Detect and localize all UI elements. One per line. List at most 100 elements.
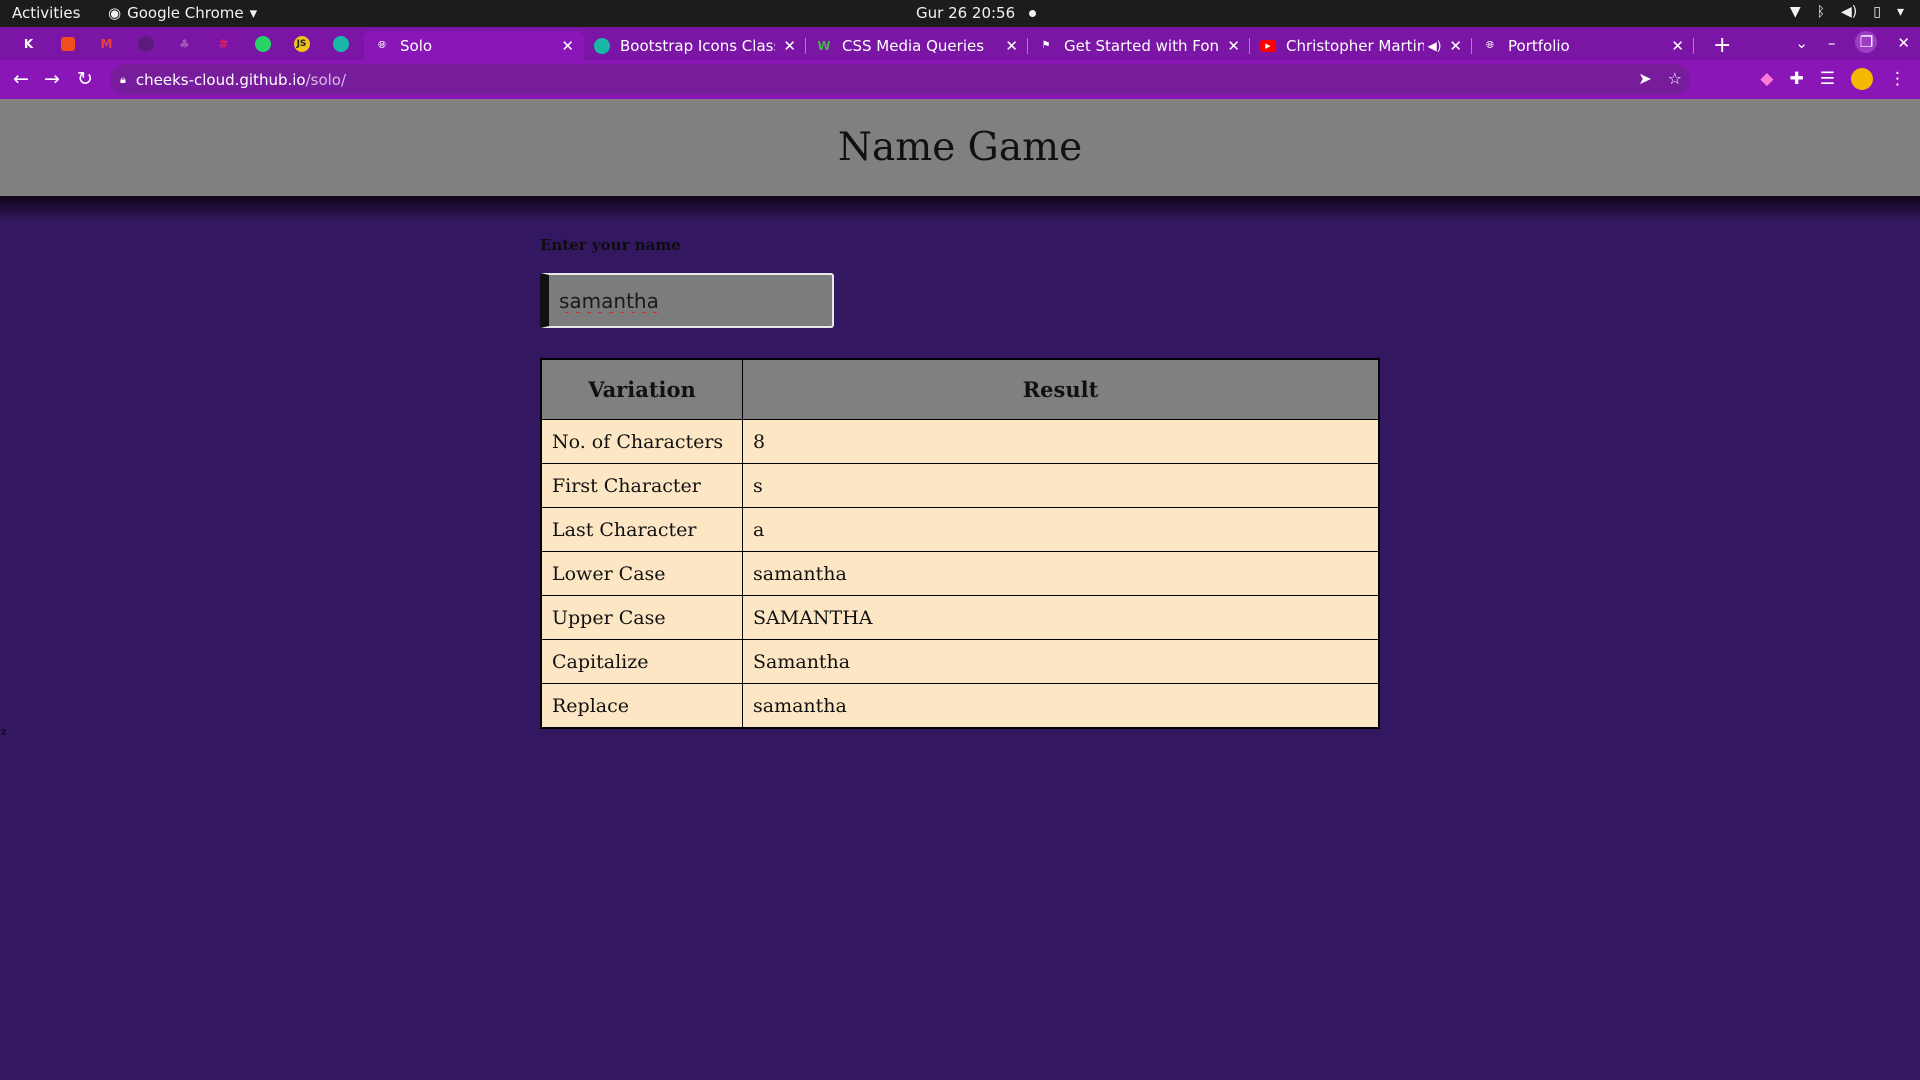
window-controls: ⌄ – ❐ ✕ xyxy=(1795,31,1910,53)
tab-bootstrap-icons[interactable]: Bootstrap Icons Class L ✕ xyxy=(584,31,806,60)
table-row: Replace samantha xyxy=(540,683,1380,729)
close-icon[interactable]: ✕ xyxy=(1227,37,1240,55)
tab-youtube[interactable]: ▶ Christopher Martin ◀) ✕ xyxy=(1250,31,1472,60)
lock-icon[interactable]: 🔒︎ xyxy=(120,73,126,87)
whatsapp-icon xyxy=(254,36,271,52)
name-input[interactable] xyxy=(540,273,834,328)
variation-cell: Replace xyxy=(540,683,743,729)
variation-cell: No. of Characters xyxy=(540,419,743,464)
speaker-mute-icon[interactable]: ◀) xyxy=(1428,39,1442,53)
back-arrow-icon[interactable]: ← xyxy=(13,68,29,90)
pinned-tab-k[interactable]: K xyxy=(14,34,43,54)
bootstrap-icon xyxy=(594,37,610,54)
globe-icon: 🌐︎ xyxy=(1486,40,1494,51)
url-path: /solo/ xyxy=(305,70,347,89)
browser-toolbar: ← → ↻ 🔒︎ cheeks-cloud.github.io/solo/ ➤ … xyxy=(0,60,1920,99)
tab-title: Solo xyxy=(400,36,433,55)
url-host: cheeks-cloud.github.io xyxy=(135,70,306,89)
pinned-tab-tree[interactable]: ♣ xyxy=(170,34,199,54)
variation-cell: First Character xyxy=(540,463,743,508)
table-row: No. of Characters 8 xyxy=(540,419,1380,464)
tag-extension-icon[interactable]: ◆ xyxy=(1760,69,1773,89)
new-tab-button[interactable]: + xyxy=(1713,33,1731,58)
tab-strip: K M ♣ # JS 🌐︎ Solo ✕ Bootstrap Icons Cla… xyxy=(0,27,1920,60)
table-row: Last Character a xyxy=(540,507,1380,552)
tab-title: Christopher Martin xyxy=(1286,36,1424,55)
bookmark-star-icon[interactable]: ☆ xyxy=(1668,69,1682,88)
minimize-icon[interactable]: – xyxy=(1828,34,1836,53)
pinned-tab-slack[interactable]: # xyxy=(209,34,238,54)
page-header: Name Game xyxy=(0,99,1920,196)
tab-title: Portfolio xyxy=(1508,36,1570,55)
w-icon: W xyxy=(817,38,831,53)
pinned-tabs: K M ♣ # JS xyxy=(14,34,355,54)
system-tray[interactable]: ▼ ᛒ ◀) ▯ ▾ xyxy=(1790,4,1904,20)
tab-solo[interactable]: 🌐︎ Solo ✕ xyxy=(364,31,584,60)
reading-list-icon[interactable]: ☰ xyxy=(1820,69,1835,89)
table-row: First Character s xyxy=(540,463,1380,508)
pinned-tab-figma[interactable] xyxy=(53,34,82,54)
activities-button[interactable]: Activities xyxy=(12,4,80,22)
restore-icon[interactable]: ❐ xyxy=(1855,31,1878,53)
table-row: Capitalize Samantha xyxy=(540,639,1380,684)
chrome-icon: ◉ xyxy=(108,4,122,22)
clock-label: Gur 26 20:56 xyxy=(916,4,1016,22)
slack-icon: # xyxy=(218,37,229,51)
variation-cell: Last Character xyxy=(540,507,743,552)
close-window-icon[interactable]: ✕ xyxy=(1897,34,1910,53)
forward-arrow-icon[interactable]: → xyxy=(44,68,60,90)
tab-css-media-queries[interactable]: W CSS Media Queries ✕ xyxy=(806,31,1028,60)
gmail-icon: M xyxy=(100,37,113,51)
table-header-row: Variation Result xyxy=(540,358,1380,420)
send-icon[interactable]: ➤ xyxy=(1638,69,1651,88)
result-cell: SAMANTHA xyxy=(742,595,1380,640)
puzzle-icon[interactable]: ✚ xyxy=(1790,69,1804,89)
reload-icon[interactable]: ↻ xyxy=(77,68,93,90)
notification-dot-icon xyxy=(1029,9,1037,17)
pinned-tab-gmail[interactable]: M xyxy=(92,34,121,54)
close-icon[interactable]: ✕ xyxy=(1005,37,1018,55)
volume-icon: ◀) xyxy=(1841,4,1858,20)
stray-text: z xyxy=(1,727,7,738)
pinned-tab-js[interactable]: JS xyxy=(287,34,316,54)
result-cell: 8 xyxy=(742,419,1380,464)
js-icon: JS xyxy=(293,36,310,52)
close-icon[interactable]: ✕ xyxy=(561,37,574,55)
pinned-tab-github[interactable] xyxy=(131,34,160,54)
variation-cell: Upper Case xyxy=(540,595,743,640)
extensions-area: ◆ ✚ ☰ ⋮ xyxy=(1760,68,1906,90)
figma-icon xyxy=(60,37,75,51)
close-icon[interactable]: ✕ xyxy=(1449,37,1462,55)
result-cell: samantha xyxy=(742,683,1380,729)
result-cell: a xyxy=(742,507,1380,552)
tab-search-icon[interactable]: ⌄ xyxy=(1795,34,1808,53)
variation-cell: Lower Case xyxy=(540,551,743,596)
tab-portfolio[interactable]: 🌐︎ Portfolio ✕ xyxy=(1472,31,1694,60)
close-icon[interactable]: ✕ xyxy=(1671,37,1684,55)
wifi-icon: ▼ xyxy=(1789,4,1801,20)
kebab-menu-icon[interactable]: ⋮ xyxy=(1889,69,1906,89)
address-bar[interactable]: 🔒︎ cheeks-cloud.github.io/solo/ ➤ ☆ xyxy=(110,64,1690,95)
variation-cell: Capitalize xyxy=(540,639,743,684)
pinned-tab-whatsapp[interactable] xyxy=(248,34,277,54)
app-menu[interactable]: ◉ Google Chrome ▾ xyxy=(108,4,257,22)
profile-avatar[interactable] xyxy=(1851,68,1873,90)
table-row: Upper Case SAMANTHA xyxy=(540,595,1380,640)
youtube-icon: ▶ xyxy=(1260,39,1276,52)
result-cell: s xyxy=(742,463,1380,508)
omnibox-actions: ➤ ☆ xyxy=(1638,69,1682,88)
chevron-down-icon: ▾ xyxy=(249,4,258,22)
system-top-bar: Activities ◉ Google Chrome ▾ Gur 26 20:5… xyxy=(0,0,1920,27)
chevron-down-icon: ▾ xyxy=(1896,4,1904,20)
column-header-variation: Variation xyxy=(540,358,743,420)
cube-icon xyxy=(332,36,349,52)
close-icon[interactable]: ✕ xyxy=(783,37,796,55)
github-icon xyxy=(137,36,154,52)
globe-icon: 🌐︎ xyxy=(378,40,386,51)
clock[interactable]: Gur 26 20:56 xyxy=(916,4,1037,22)
result-cell: samantha xyxy=(742,551,1380,596)
battery-icon: ▯ xyxy=(1873,4,1881,20)
pinned-tab-cube[interactable] xyxy=(326,34,355,54)
name-input-label: Enter your name xyxy=(540,236,681,254)
tab-font-awesome[interactable]: ⚑ Get Started with Font A ✕ xyxy=(1028,31,1250,60)
